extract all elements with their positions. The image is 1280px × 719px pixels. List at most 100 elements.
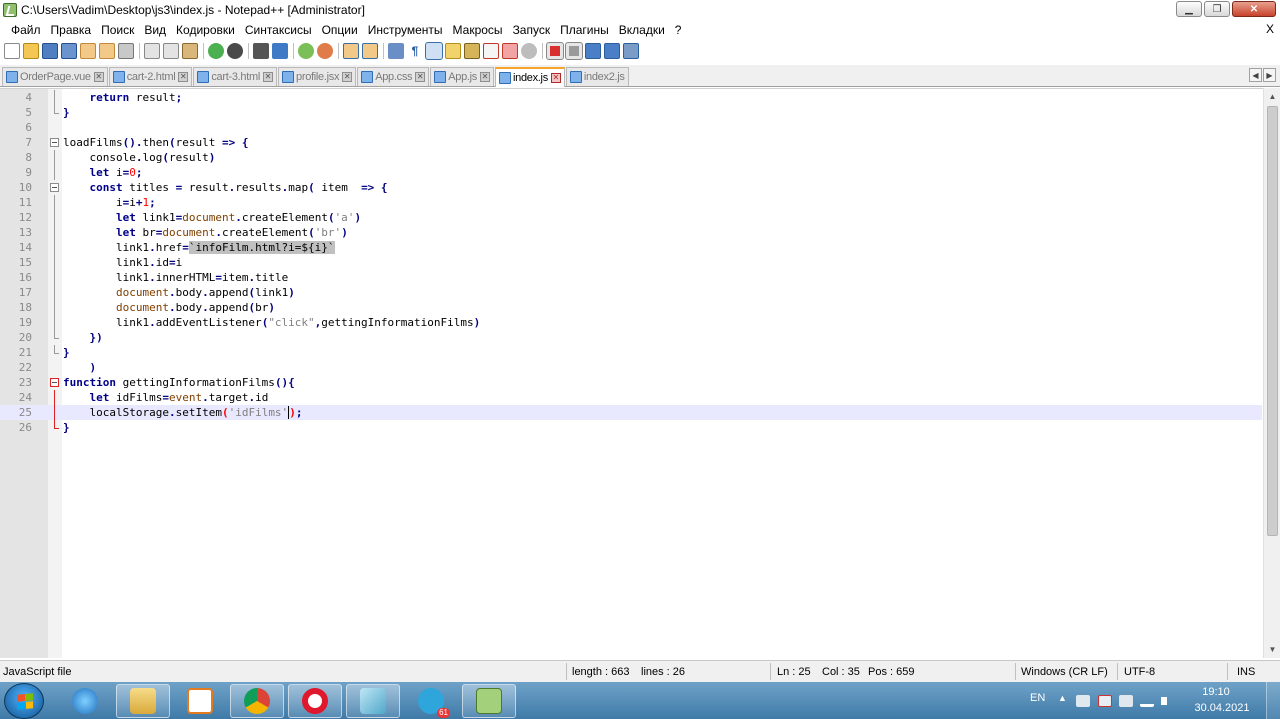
- file-icon: [569, 71, 582, 83]
- code-editor[interactable]: 4 return result; 5} 6 7 loadFilms().then(…: [0, 88, 1280, 658]
- tab-scroll-left-icon[interactable]: ◀: [1249, 68, 1262, 82]
- tab-close-icon[interactable]: ✕: [480, 72, 490, 82]
- taskbar-media-player[interactable]: [173, 684, 227, 718]
- close-all-icon[interactable]: [99, 43, 115, 59]
- tab-cart-2-html[interactable]: cart-2.html ✕: [108, 67, 193, 86]
- taskbar-notepad-plus-plus[interactable]: [462, 684, 516, 718]
- start-button[interactable]: [4, 683, 44, 719]
- redo-icon[interactable]: [227, 43, 243, 59]
- tab-close-icon[interactable]: ✕: [415, 72, 426, 82]
- volume-icon[interactable]: [1161, 695, 1175, 707]
- minimize-button[interactable]: ▁: [1176, 1, 1202, 17]
- telegram-icon: 61: [418, 688, 450, 718]
- cut-icon[interactable]: [144, 43, 160, 59]
- paste-icon[interactable]: [182, 43, 198, 59]
- print-icon[interactable]: [118, 43, 134, 59]
- record-macro-icon[interactable]: [546, 42, 564, 60]
- show-hidden-icons-icon[interactable]: ▲: [1058, 693, 1067, 703]
- user-lang-icon[interactable]: [445, 43, 461, 59]
- sync-vertical-icon[interactable]: [343, 43, 359, 59]
- close-window-button[interactable]: ✕: [1232, 1, 1276, 17]
- tray-app-icon[interactable]: [1076, 695, 1090, 707]
- menu-plugins[interactable]: Плагины: [555, 23, 614, 37]
- copy-icon[interactable]: [163, 43, 179, 59]
- tab-orderpage-vue[interactable]: OrderPage.vue ✕: [2, 67, 108, 86]
- line-number: 13: [18, 226, 32, 239]
- tab-close-icon[interactable]: ✕: [178, 72, 189, 82]
- undo-icon[interactable]: [208, 43, 224, 59]
- save-icon[interactable]: [42, 43, 58, 59]
- menu-help[interactable]: ?: [670, 23, 687, 37]
- menu-macro[interactable]: Макросы: [448, 23, 508, 37]
- menu-window[interactable]: Вкладки: [614, 23, 670, 37]
- fold-toggle-icon[interactable]: [50, 138, 59, 147]
- taskbar-notes[interactable]: [346, 684, 400, 718]
- menu-encoding[interactable]: Кодировки: [171, 23, 240, 37]
- zoom-in-icon[interactable]: [298, 43, 314, 59]
- replace-icon[interactable]: [272, 43, 288, 59]
- code-line: 5}: [0, 105, 1262, 120]
- scrollbar-thumb[interactable]: [1267, 106, 1278, 536]
- close-document-button[interactable]: X: [1266, 22, 1274, 36]
- run-macro-multiple-icon[interactable]: [604, 43, 620, 59]
- open-file-icon[interactable]: [23, 43, 39, 59]
- tab-close-icon[interactable]: ✕: [93, 72, 104, 82]
- tab-close-icon[interactable]: ✕: [263, 72, 274, 82]
- action-center-icon[interactable]: [1098, 695, 1112, 707]
- code-line: 22 ): [0, 360, 1262, 375]
- network-signal-icon[interactable]: [1140, 695, 1154, 707]
- tab-index2-js[interactable]: index2.js: [565, 67, 629, 86]
- menu-tools[interactable]: Инструменты: [363, 23, 448, 37]
- function-list-icon[interactable]: [483, 43, 499, 59]
- maximize-button[interactable]: ❐: [1204, 1, 1230, 17]
- stop-macro-icon[interactable]: [565, 42, 583, 60]
- menu-edit[interactable]: Правка: [46, 23, 97, 37]
- menu-search[interactable]: Поиск: [96, 23, 139, 37]
- fold-toggle-icon[interactable]: [50, 183, 59, 192]
- clock-date[interactable]: 30.04.2021: [1190, 702, 1254, 714]
- taskbar-file-explorer[interactable]: [116, 684, 170, 718]
- zoom-out-icon[interactable]: [317, 43, 333, 59]
- find-icon[interactable]: [253, 43, 269, 59]
- menu-settings[interactable]: Опции: [317, 23, 363, 37]
- line-number: 26: [18, 421, 32, 434]
- language-indicator[interactable]: EN: [1030, 692, 1045, 704]
- word-wrap-icon[interactable]: [388, 43, 404, 59]
- taskbar-telegram[interactable]: 61: [404, 684, 458, 718]
- save-all-icon[interactable]: [61, 43, 77, 59]
- taskbar-chrome[interactable]: [230, 684, 284, 718]
- menu-run[interactable]: Запуск: [508, 23, 556, 37]
- menu-language[interactable]: Синтаксисы: [240, 23, 317, 37]
- taskbar-opera[interactable]: [288, 684, 342, 718]
- file-icon: [361, 71, 374, 83]
- tab-cart-3-html[interactable]: cart-3.html ✕: [193, 67, 278, 86]
- tab-index-js[interactable]: index.js ✕: [495, 67, 565, 87]
- line-number: 22: [18, 361, 32, 374]
- save-macro-icon[interactable]: [623, 43, 639, 59]
- monitoring-icon[interactable]: [521, 43, 537, 59]
- play-macro-icon[interactable]: [585, 43, 601, 59]
- doc-map-icon[interactable]: [464, 43, 480, 59]
- tab-close-icon[interactable]: ✕: [342, 72, 353, 82]
- menu-view[interactable]: Вид: [139, 23, 171, 37]
- tab-scroll-right-icon[interactable]: ▶: [1263, 68, 1276, 82]
- taskbar-internet-explorer[interactable]: [58, 684, 112, 718]
- menu-file[interactable]: Файл: [6, 23, 46, 37]
- usb-device-icon[interactable]: [1119, 695, 1133, 707]
- fold-toggle-icon[interactable]: [50, 378, 59, 387]
- scroll-up-icon[interactable]: ▲: [1266, 90, 1279, 103]
- tab-app-js[interactable]: App.js ✕: [430, 67, 494, 86]
- show-all-chars-icon[interactable]: ¶: [407, 43, 423, 59]
- new-file-icon[interactable]: [4, 43, 20, 59]
- tab-profile-jsx[interactable]: profile.jsx ✕: [278, 67, 357, 86]
- clock-time[interactable]: 19:10: [1188, 686, 1244, 698]
- close-icon[interactable]: [80, 43, 96, 59]
- scroll-down-icon[interactable]: ▼: [1266, 643, 1279, 656]
- sync-horizontal-icon[interactable]: [362, 43, 378, 59]
- tab-app-css[interactable]: App.css ✕: [357, 67, 430, 86]
- indent-guide-icon[interactable]: [425, 42, 443, 60]
- tab-close-icon[interactable]: ✕: [550, 73, 561, 83]
- folder-workspace-icon[interactable]: [502, 43, 518, 59]
- vertical-scrollbar[interactable]: ▲ ▼: [1263, 88, 1280, 658]
- show-desktop-button[interactable]: [1266, 682, 1280, 719]
